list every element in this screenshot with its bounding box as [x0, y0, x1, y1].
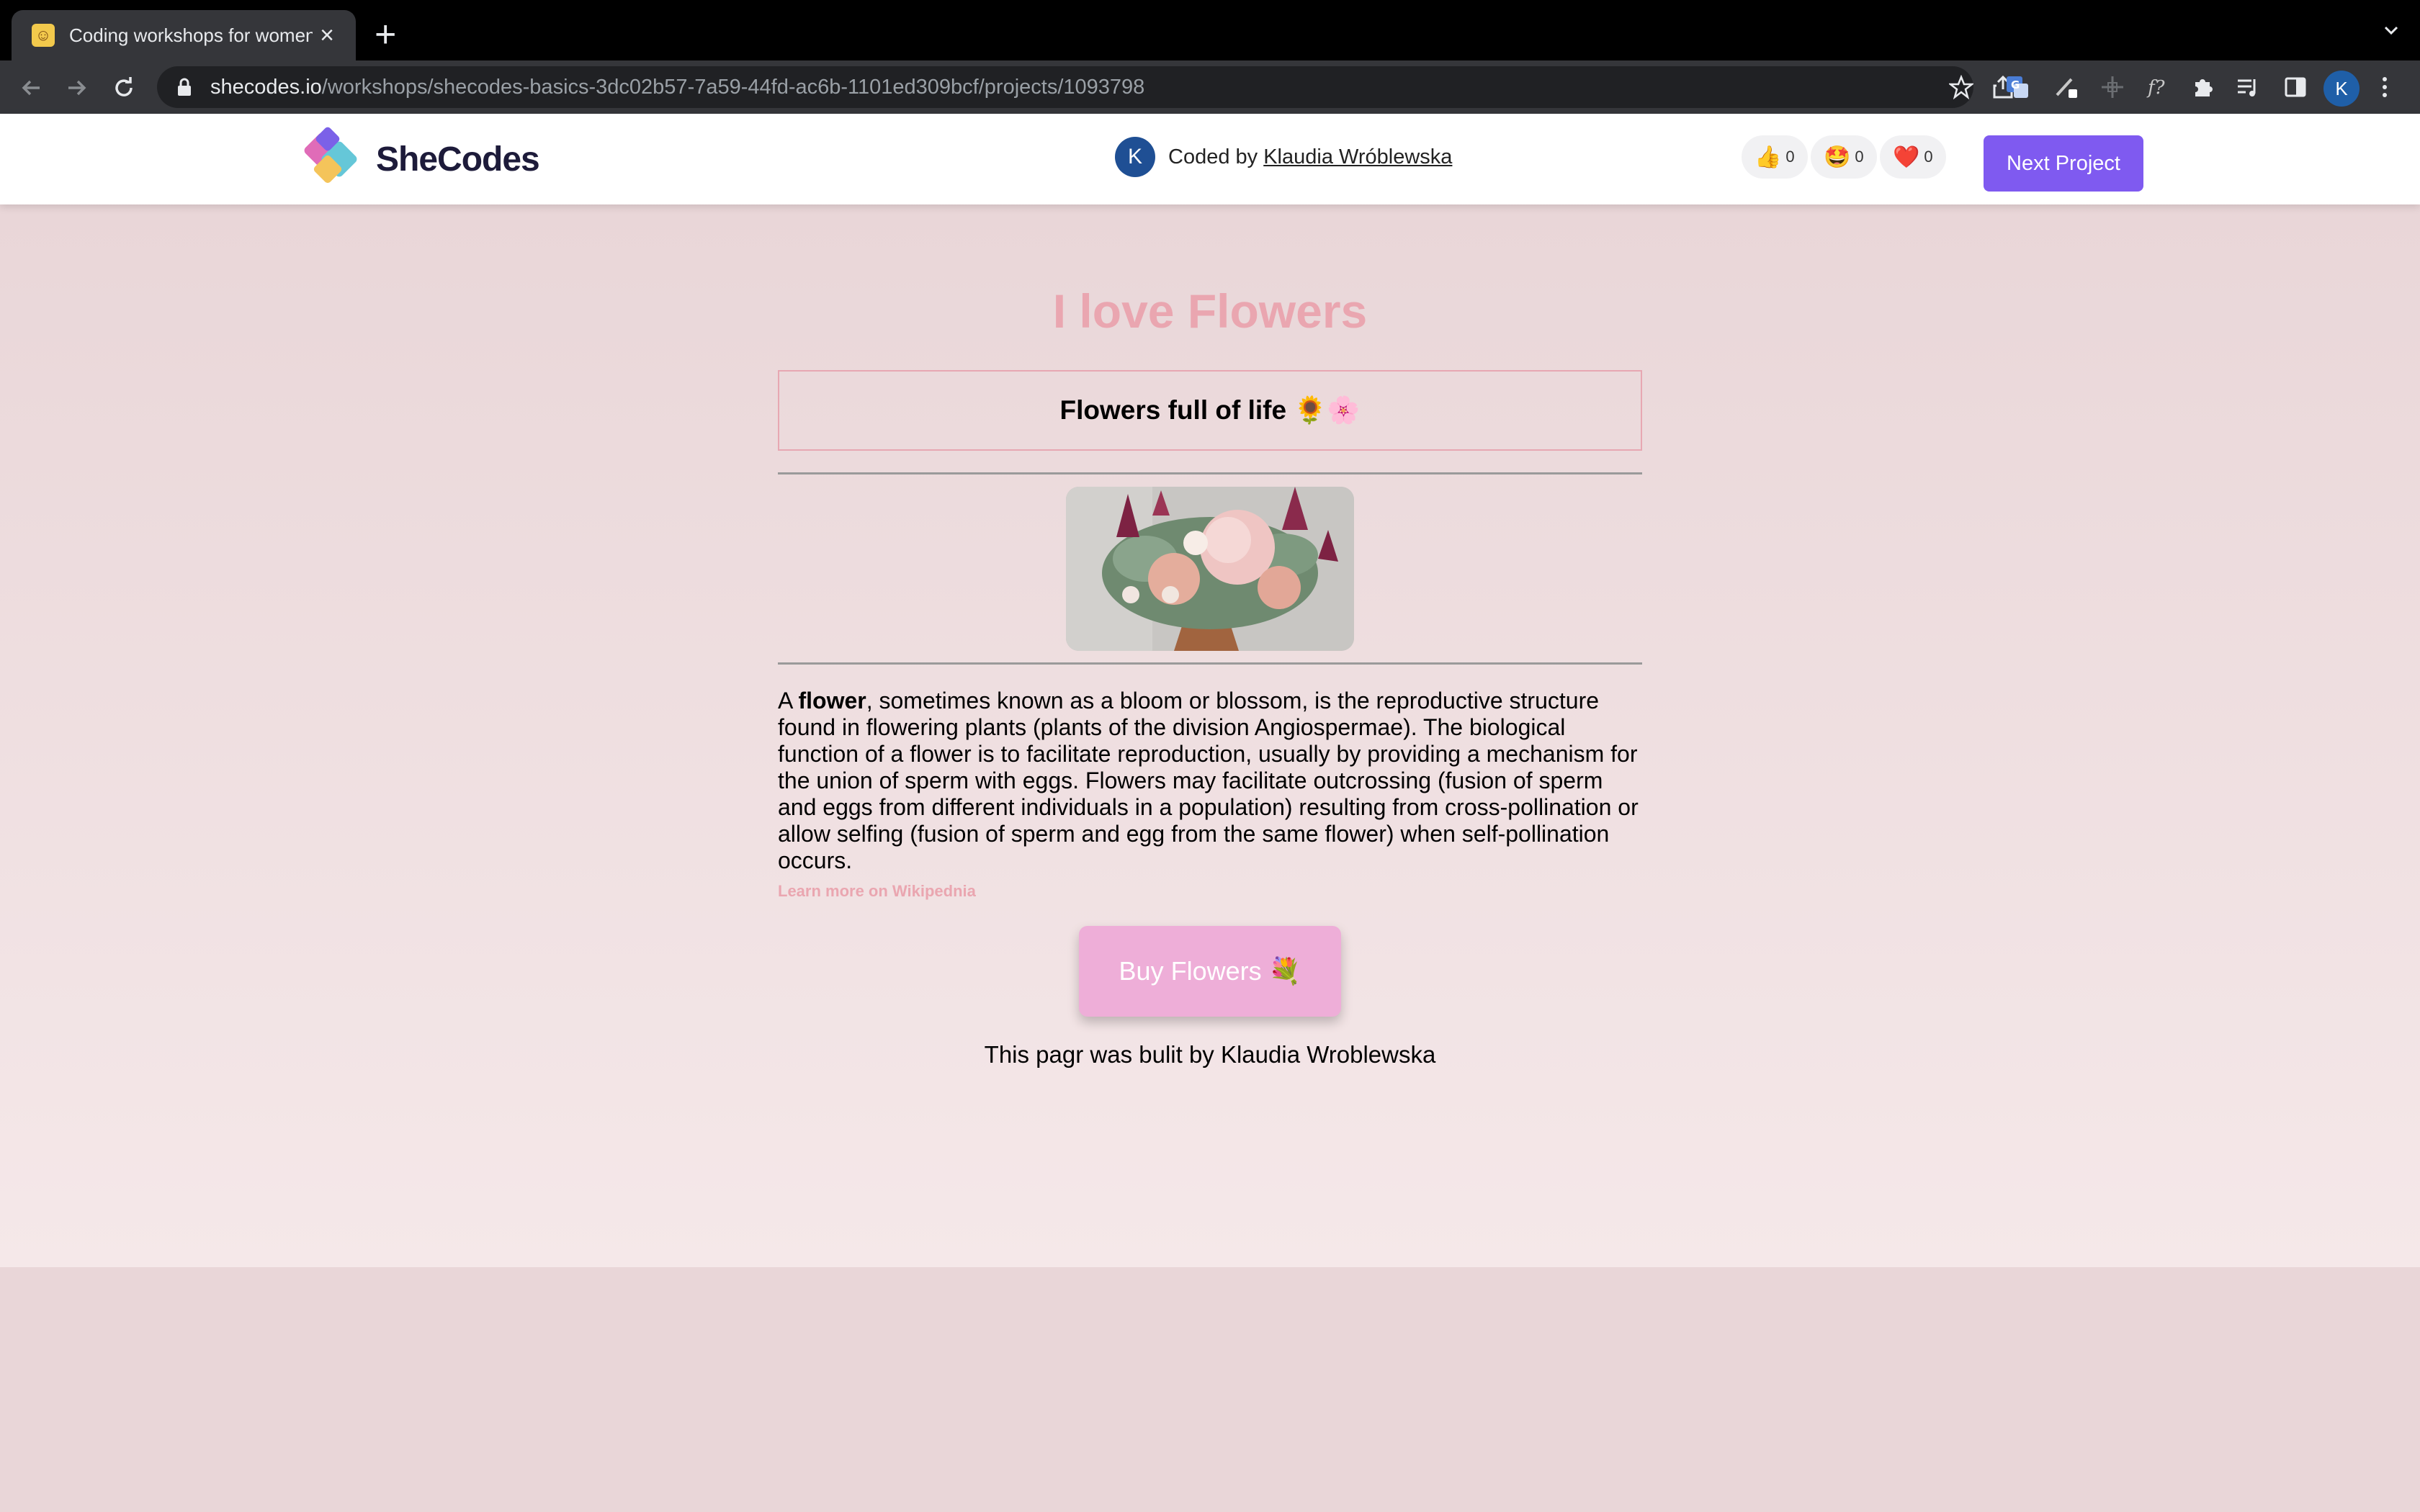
star-struck-icon: 🤩	[1824, 145, 1851, 169]
coder-avatar: K	[1115, 137, 1155, 177]
reaction-count: 0	[1855, 148, 1864, 166]
heart-icon: ❤️	[1893, 145, 1920, 169]
flower-bold-word: flower	[798, 688, 866, 714]
forward-arrow-icon[interactable]	[60, 72, 92, 104]
reading-list-icon[interactable]	[2236, 75, 2260, 99]
page-viewport: SheCodes K Coded by Klaudia Wróblewska 👍…	[0, 114, 2420, 1512]
divider-bottom	[778, 662, 1642, 665]
shecodes-header: SheCodes K Coded by Klaudia Wróblewska 👍…	[0, 114, 2420, 204]
new-tab-button[interactable]: +	[375, 16, 396, 53]
reload-icon[interactable]	[108, 72, 140, 104]
tab-search-chevron-icon[interactable]	[2383, 22, 2400, 39]
shecodes-logo-icon[interactable]	[301, 127, 367, 193]
tab-favicon-icon: ☺	[32, 24, 55, 47]
side-panel-icon[interactable]	[2283, 75, 2308, 99]
buy-flowers-button[interactable]: Buy Flowers 💐	[1079, 926, 1341, 1017]
translate-extension-icon[interactable]: G	[2005, 75, 2030, 99]
font-extension-icon[interactable]: f?	[2146, 75, 2171, 99]
reaction-star-struck[interactable]: 🤩 0	[1811, 135, 1877, 179]
subtitle-text: Flowers full of life 🌻🌸	[1059, 395, 1361, 425]
reaction-thumbs-up[interactable]: 👍 0	[1742, 135, 1808, 179]
tab-title: Coding workshops for women	[69, 24, 313, 46]
browser-profile-avatar[interactable]: K	[2323, 71, 2360, 107]
wikipedia-link[interactable]: Learn more on Wikipednia	[778, 882, 976, 901]
url-text: shecodes.io/workshops/shecodes-basics-3d…	[210, 75, 1145, 99]
svg-text:G: G	[2011, 78, 2020, 91]
footer-credit: This pagr was bulit by Klaudia Wroblewsk…	[984, 1041, 1436, 1068]
reaction-count: 0	[1924, 148, 1933, 166]
address-bar[interactable]: shecodes.io/workshops/shecodes-basics-3d…	[157, 66, 2013, 108]
back-arrow-icon[interactable]	[16, 72, 48, 104]
reaction-count: 0	[1785, 148, 1795, 166]
coder-name-link[interactable]: Klaudia Wróblewska	[1263, 145, 1452, 168]
browser-menu-icon[interactable]	[2372, 75, 2397, 99]
divider-top	[778, 472, 1642, 474]
coded-by-text: Coded by Klaudia Wróblewska	[1168, 145, 1452, 169]
coded-by-label: Coded by	[1168, 145, 1258, 168]
browser-tab[interactable]: ☺ Coding workshops for women ×	[12, 10, 356, 60]
page-title: I love Flowers	[1052, 284, 1368, 338]
reaction-heart[interactable]: ❤️ 0	[1880, 135, 1946, 179]
flower-bouquet-image	[1066, 487, 1354, 651]
pen-extension-icon[interactable]	[2054, 75, 2079, 99]
browser-tab-bar: ☺ Coding workshops for women × +	[0, 0, 2420, 60]
next-project-button[interactable]: Next Project	[1984, 135, 2143, 192]
tab-close-icon[interactable]: ×	[313, 22, 341, 50]
ruler-extension-icon[interactable]	[2100, 75, 2125, 99]
svg-text:f?: f?	[2146, 77, 2166, 99]
thumbs-up-icon: 👍	[1754, 145, 1782, 169]
subtitle-box: Flowers full of life 🌻🌸	[778, 370, 1642, 451]
flower-description: A flower, sometimes known as a bloom or …	[778, 688, 1639, 873]
shecodes-logo-text[interactable]: SheCodes	[376, 140, 540, 179]
browser-toolbar: shecodes.io/workshops/shecodes-basics-3d…	[0, 60, 2420, 114]
lock-icon[interactable]	[177, 78, 192, 96]
extensions-puzzle-icon[interactable]	[2191, 75, 2215, 99]
bookmark-star-icon[interactable]	[1949, 75, 1973, 99]
